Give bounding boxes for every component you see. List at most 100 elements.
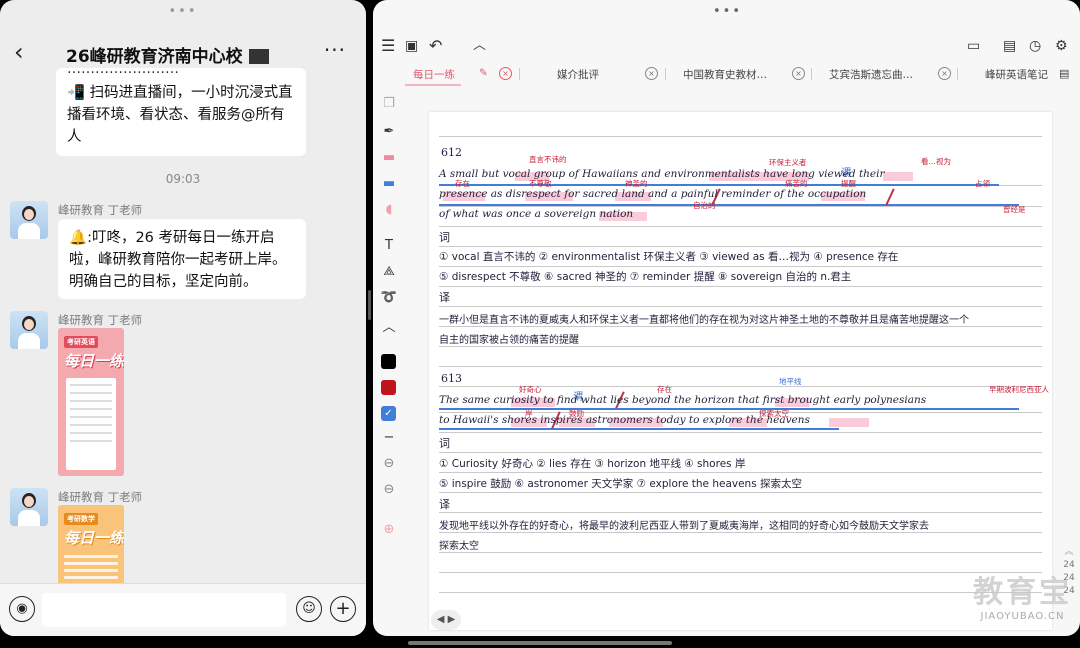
timestamp: 09:03 xyxy=(165,172,201,186)
close-icon[interactable]: × xyxy=(792,67,805,80)
ruled-line xyxy=(439,286,1042,287)
text-tool-icon[interactable]: T xyxy=(379,238,399,253)
chevron-up-icon[interactable]: ︿ xyxy=(473,34,486,58)
ruled-line xyxy=(439,452,1042,453)
stroke-medium-icon[interactable]: ⊖ xyxy=(379,456,399,471)
pages-icon[interactable]: ❐ xyxy=(379,96,399,111)
tab-list-icon[interactable]: ▤ xyxy=(1059,67,1069,80)
image-message[interactable]: 考研数学 每日一练 xyxy=(58,505,124,587)
ruled-line xyxy=(439,226,1042,227)
translation-line: 一群小但是直言不讳的夏威夷人和环保主义者一直都将他们的存在视为对这片神圣土地的不… xyxy=(439,315,969,326)
tab-separator xyxy=(957,68,958,80)
stroke-thin-icon[interactable]: − xyxy=(379,430,399,445)
more-options-icon[interactable]: ··· xyxy=(324,38,346,62)
page-icon[interactable]: ▭ xyxy=(967,34,980,58)
emoji-icon[interactable]: ☺ xyxy=(296,596,322,622)
sentence-line: The same curiosity to find what lies bey… xyxy=(439,394,927,406)
underline xyxy=(439,428,839,430)
annotation: 占领 xyxy=(975,179,990,188)
tab-daily-practice[interactable]: 每日一练 xyxy=(413,67,455,82)
chevron-up-icon[interactable]: ︽ xyxy=(1062,546,1076,559)
close-icon[interactable]: × xyxy=(938,67,951,80)
menu-icon[interactable]: ☰ xyxy=(381,34,395,58)
ruled-line xyxy=(439,552,1042,553)
annotation: 地平线 xyxy=(779,377,802,386)
chevron-up-icon[interactable]: ︿ xyxy=(379,316,399,335)
vocab-line: ⑤ disrespect 不尊敬 ⑥ sacred 神圣的 ⑦ reminder… xyxy=(439,271,852,283)
avatar[interactable] xyxy=(10,488,48,526)
multitask-handle[interactable]: ••• xyxy=(713,5,742,18)
note-page[interactable]: 612 直言不讳的 环保主义者 看…视为 存在 不尊敬 神圣的 痛苦的 提醒 占… xyxy=(429,112,1052,630)
highlighter-pink-icon[interactable]: ▬ xyxy=(379,150,399,165)
note-icon[interactable]: ▣ xyxy=(405,34,418,58)
lasso-icon[interactable]: ➰ xyxy=(379,290,399,305)
ruled-line xyxy=(439,206,1042,207)
close-icon[interactable]: × xyxy=(499,67,512,80)
message-bubble[interactable]: …………………… 📲 扫码进直播间，一小时沉浸式直播看环境、看状态、看服务@所有… xyxy=(56,68,306,156)
tab-education-history[interactable]: 中国教育史教材… xyxy=(683,67,767,82)
redaction-block xyxy=(248,49,269,64)
pencil-icon: ✎ xyxy=(479,67,488,79)
message-bubble[interactable]: 🔔:叮咚，26 考研每日一练开启啦，峰研教育陪你一起考研上岸。明确自己的目标，坚… xyxy=(58,219,306,299)
ruled-line xyxy=(439,266,1042,267)
sender-name: 峰研教育 丁老师 xyxy=(58,313,143,327)
avatar[interactable] xyxy=(10,201,48,239)
watermark: 教育宝 JIAOYUBAO.CN xyxy=(973,567,1072,622)
ruled-line xyxy=(439,432,1042,433)
message-text: 扫码进直播间，一小时沉浸式直播看环境、看状态、看服务@所有人 xyxy=(67,85,293,145)
underline xyxy=(439,204,1019,206)
image-title: 每日一练 xyxy=(64,529,124,547)
sentence-line: presence as disrespect for sacred land a… xyxy=(439,188,867,200)
eraser-icon[interactable]: ◖ xyxy=(379,202,399,217)
image-tag: 考研英语 xyxy=(64,336,98,348)
clock-icon[interactable]: ◷ xyxy=(1029,34,1041,58)
avatar[interactable] xyxy=(10,311,48,349)
watermark-url: JIAOYUBAO.CN xyxy=(980,611,1065,622)
ruled-line xyxy=(439,592,1042,593)
vocab-line: ⑤ inspire 鼓励 ⑥ astronomer 天文学家 ⑦ explore… xyxy=(439,478,803,490)
section-label: 译 xyxy=(439,498,450,511)
list-icon[interactable]: ▤ xyxy=(1003,34,1016,58)
add-color-icon[interactable]: ⊕ xyxy=(379,522,399,537)
undo-icon[interactable]: ↶ xyxy=(429,34,442,58)
section-label: 词 xyxy=(439,437,450,450)
split-view-divider[interactable] xyxy=(368,290,371,320)
color-blue-swatch[interactable]: ✓ xyxy=(381,406,396,421)
tab-separator xyxy=(665,68,666,80)
ruled-line xyxy=(439,326,1042,327)
image-message[interactable]: 考研英语 每日一练 xyxy=(58,328,124,476)
voice-icon[interactable]: ◉ xyxy=(9,596,35,622)
home-indicator[interactable] xyxy=(408,641,672,645)
tab-media-criticism[interactable]: 媒介批评 xyxy=(557,67,599,82)
stroke-thick-icon[interactable]: ⊖ xyxy=(379,482,399,497)
ruled-line xyxy=(439,366,1042,367)
message-input[interactable] xyxy=(42,593,286,627)
ruled-line xyxy=(439,512,1042,513)
translation-line: 探索太空 xyxy=(439,541,479,552)
highlighter-blue-icon[interactable]: ▬ xyxy=(379,176,399,191)
notes-toolbar: ☰ ▣ ↶ ︿ ▭ ▤ ◷ ⚙ xyxy=(373,34,1080,60)
close-icon[interactable]: × xyxy=(645,67,658,80)
watermark-logo: 教育宝 xyxy=(973,575,1072,610)
tab-separator xyxy=(519,68,520,80)
message-cut-text: …………………… xyxy=(67,68,179,77)
annotation: 看…视为 xyxy=(921,157,951,166)
ruled-line xyxy=(439,306,1042,307)
color-red-swatch[interactable] xyxy=(381,380,396,395)
ruled-line xyxy=(439,246,1042,247)
tab-english-notes[interactable]: 峰研英语笔记 xyxy=(985,67,1048,82)
plus-icon[interactable]: + xyxy=(330,596,356,622)
highlight xyxy=(829,418,869,427)
back-icon[interactable]: ‹ xyxy=(14,40,24,64)
multitask-handle[interactable]: ••• xyxy=(168,5,197,18)
gear-icon[interactable]: ⚙ xyxy=(1055,34,1068,58)
pen-icon[interactable]: ✒ xyxy=(379,124,399,139)
bell-icon: 🔔 xyxy=(69,230,88,246)
shapes-icon[interactable]: ⟁ xyxy=(379,264,399,279)
annotation: 曾经是 xyxy=(1003,205,1026,214)
tab-forgetting-curve[interactable]: 艾宾浩斯遗忘曲… xyxy=(829,67,913,82)
page-nav-arrows[interactable]: ◀ ▶ xyxy=(431,610,461,630)
pen-toolbar: ❐ ✒ ▬ ▬ ◖ T ⟁ ➰ ︿ ✓ − ⊖ ⊖ ⊕ xyxy=(373,92,405,592)
chat-pane: ••• ‹ 26峰研教育济南中心校 ··· …………………… 📲 扫码进直播间，… xyxy=(0,0,366,636)
color-black-swatch[interactable] xyxy=(381,354,396,369)
